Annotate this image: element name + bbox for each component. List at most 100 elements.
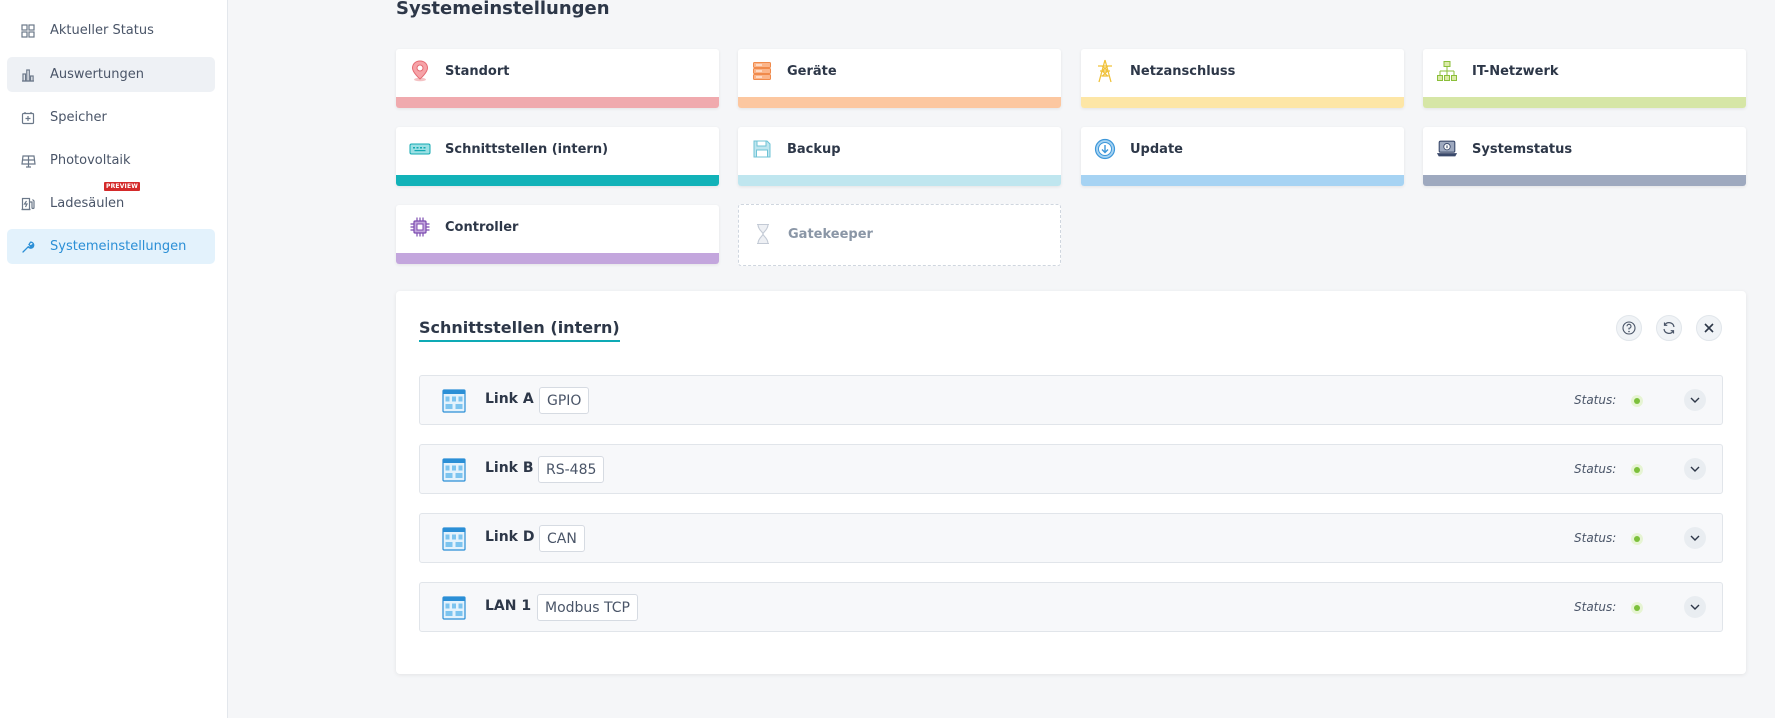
chevron-down-icon (1690, 466, 1700, 472)
help-button[interactable] (1616, 315, 1642, 341)
laptop-info-icon (1436, 138, 1458, 160)
sidebar-item-label: Photovoltaik (50, 153, 131, 168)
tile-color-bar (1423, 97, 1746, 108)
tile-color-bar (738, 175, 1061, 186)
tile-schnittstellen-intern[interactable]: Schnittstellen (intern) (396, 127, 719, 186)
interface-type-tag: GPIO (539, 387, 590, 414)
tile-backup[interactable]: Backup (738, 127, 1061, 186)
tile-label: Backup (787, 142, 841, 157)
tile-color-bar (396, 97, 719, 108)
tile-label: Controller (445, 220, 519, 235)
grid-icon (20, 23, 36, 39)
interface-type-tag: CAN (539, 525, 585, 552)
network-tree-icon (1436, 60, 1458, 82)
sidebar-item-label: Speicher (50, 110, 107, 125)
floppy-disk-icon (751, 138, 773, 160)
expand-button[interactable] (1684, 389, 1706, 411)
server-icon (751, 60, 773, 82)
solar-panel-icon (20, 153, 36, 169)
interface-type-tag: Modbus TCP (537, 594, 638, 621)
tile-color-bar (396, 175, 719, 186)
interface-module-icon (442, 458, 466, 482)
refresh-icon (1663, 322, 1675, 334)
tile-label: Update (1130, 142, 1183, 157)
tile-color-bar (738, 97, 1061, 108)
sidebar: Aktueller Status Auswertungen Speicher P… (0, 0, 228, 718)
panel-title: Schnittstellen (intern) (419, 318, 620, 342)
interface-row-link-b[interactable]: Link B RS-485 Status: (419, 444, 1723, 494)
tile-label: Standort (445, 64, 510, 79)
status-label: Status: (1574, 393, 1617, 407)
status-indicator (1631, 602, 1643, 614)
close-button[interactable] (1696, 315, 1722, 341)
interface-name: LAN 1 (485, 598, 532, 614)
sidebar-item-ladesaeulen[interactable]: Ladesäulen PREVIEW (7, 182, 215, 221)
interface-row-link-a[interactable]: Link A GPIO Status: (419, 375, 1723, 425)
interface-name: Link A (485, 391, 534, 407)
status-label: Status: (1574, 600, 1617, 614)
tile-update[interactable]: Update (1081, 127, 1404, 186)
tile-systemstatus[interactable]: Systemstatus (1423, 127, 1746, 186)
expand-button[interactable] (1684, 527, 1706, 549)
status-label: Status: (1574, 531, 1617, 545)
status-indicator (1631, 464, 1643, 476)
page-title: Systemeinstellungen (396, 0, 610, 19)
location-pin-icon (409, 60, 431, 82)
wrench-icon (20, 239, 36, 255)
bar-chart-icon (20, 67, 36, 83)
interface-type-tag: RS-485 (538, 456, 605, 483)
question-icon (1622, 321, 1636, 335)
sidebar-item-label: Aktueller Status (50, 23, 154, 38)
interface-module-icon (442, 527, 466, 551)
sidebar-item-label: Auswertungen (50, 67, 144, 82)
expand-button[interactable] (1684, 596, 1706, 618)
interface-name: Link B (485, 460, 534, 476)
tile-netzanschluss[interactable]: Netzanschluss (1081, 49, 1404, 108)
sidebar-item-label: Systemeinstellungen (50, 239, 187, 254)
tile-label: Systemstatus (1472, 142, 1573, 157)
chevron-down-icon (1690, 397, 1700, 403)
tile-label: Schnittstellen (intern) (445, 142, 609, 157)
refresh-button[interactable] (1656, 315, 1682, 341)
tile-color-bar (396, 253, 719, 264)
chip-icon (409, 216, 431, 238)
interface-module-icon (442, 389, 466, 413)
tile-label: IT-Netzwerk (1472, 64, 1559, 79)
interface-panel: Schnittstellen (intern) Link A GPIO Stat… (396, 291, 1746, 674)
tile-it-netzwerk[interactable]: IT-Netzwerk (1423, 49, 1746, 108)
tile-color-bar (1081, 175, 1404, 186)
status-label: Status: (1574, 462, 1617, 476)
preview-badge: PREVIEW (104, 182, 141, 191)
tile-controller[interactable]: Controller (396, 205, 719, 264)
tile-color-bar (1081, 97, 1404, 108)
tile-standort[interactable]: Standort (396, 49, 719, 108)
sidebar-item-aktueller-status[interactable]: Aktueller Status (7, 13, 215, 48)
battery-icon (20, 110, 36, 126)
interface-row-lan-1[interactable]: LAN 1 Modbus TCP Status: (419, 582, 1723, 632)
chevron-down-icon (1690, 535, 1700, 541)
interface-module-icon (442, 596, 466, 620)
status-indicator (1631, 533, 1643, 545)
hourglass-icon (752, 223, 774, 245)
sidebar-item-speicher[interactable]: Speicher (7, 100, 215, 135)
tile-label: Gatekeeper (788, 227, 873, 242)
sidebar-item-photovoltaik[interactable]: Photovoltaik (7, 143, 215, 178)
tile-label: Geräte (787, 64, 837, 79)
status-indicator (1631, 395, 1643, 407)
chevron-down-icon (1690, 604, 1700, 610)
power-pylon-icon (1094, 59, 1116, 83)
tile-gatekeeper: Gatekeeper (738, 204, 1061, 266)
interface-row-link-d[interactable]: Link D CAN Status: (419, 513, 1723, 563)
sidebar-item-systemeinstellungen[interactable]: Systemeinstellungen (7, 229, 215, 264)
tile-color-bar (1423, 175, 1746, 186)
interface-port-icon (409, 138, 431, 160)
tile-geraete[interactable]: Geräte (738, 49, 1061, 108)
expand-button[interactable] (1684, 458, 1706, 480)
sidebar-item-auswertungen[interactable]: Auswertungen (7, 57, 215, 92)
download-circle-icon (1094, 138, 1116, 160)
close-icon (1704, 323, 1714, 333)
sidebar-item-label: Ladesäulen (50, 196, 125, 211)
tile-label: Netzanschluss (1130, 64, 1236, 79)
interface-name: Link D (485, 529, 535, 545)
charging-station-icon (20, 196, 36, 212)
